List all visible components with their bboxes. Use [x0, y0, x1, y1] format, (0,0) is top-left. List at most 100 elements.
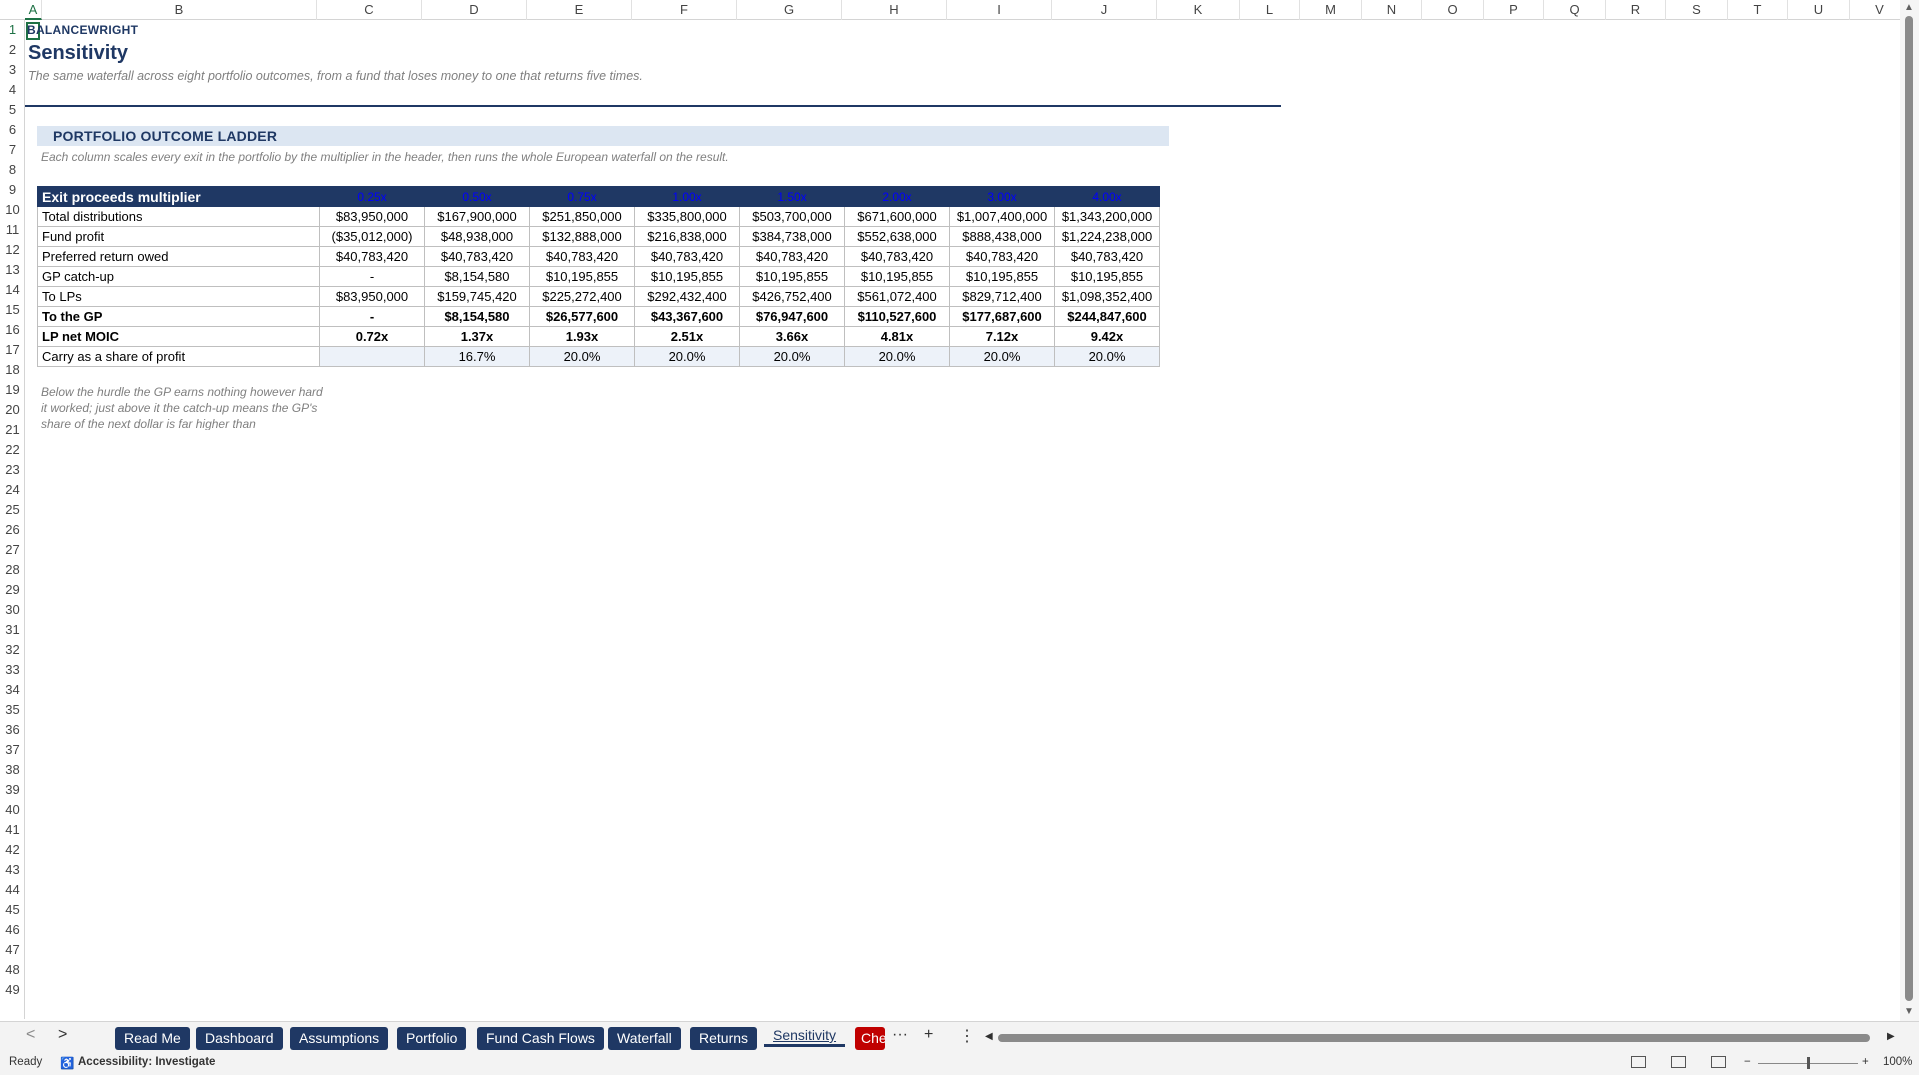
- value-cell[interactable]: $671,600,000: [844, 206, 950, 227]
- vertical-scroll-thumb[interactable]: [1905, 16, 1913, 1001]
- row-header[interactable]: 30: [0, 600, 24, 620]
- row-header[interactable]: 48: [0, 960, 24, 980]
- horizontal-scroll-thumb[interactable]: [998, 1034, 1870, 1042]
- header-label[interactable]: Exit proceeds multiplier: [37, 186, 320, 207]
- scroll-down-icon[interactable]: ▼: [1904, 1006, 1914, 1017]
- row-label[interactable]: Fund profit: [37, 226, 320, 247]
- row-header[interactable]: 16: [0, 320, 24, 340]
- value-cell[interactable]: $40,783,420: [1054, 246, 1160, 267]
- tab-read-me[interactable]: Read Me: [115, 1027, 190, 1050]
- value-cell[interactable]: $8,154,580: [424, 266, 530, 287]
- sheet-options-icon[interactable]: ⋮: [959, 1026, 975, 1046]
- value-cell[interactable]: $10,195,855: [634, 266, 740, 287]
- row-header[interactable]: 39: [0, 780, 24, 800]
- value-cell[interactable]: $83,950,000: [319, 206, 425, 227]
- column-header[interactable]: M: [1300, 0, 1362, 20]
- row-label[interactable]: Carry as a share of profit: [37, 346, 320, 367]
- value-cell[interactable]: $503,700,000: [739, 206, 845, 227]
- tab-scroll-right-icon[interactable]: >: [58, 1026, 67, 1044]
- value-cell[interactable]: $10,195,855: [844, 266, 950, 287]
- tab-waterfall[interactable]: Waterfall: [608, 1027, 681, 1050]
- row-header[interactable]: 45: [0, 900, 24, 920]
- column-header[interactable]: Q: [1544, 0, 1606, 20]
- row-label[interactable]: GP catch-up: [37, 266, 320, 287]
- value-cell[interactable]: $40,783,420: [634, 246, 740, 267]
- value-cell[interactable]: $48,938,000: [424, 226, 530, 247]
- value-cell[interactable]: 20.0%: [1054, 346, 1160, 367]
- value-cell[interactable]: $10,195,855: [529, 266, 635, 287]
- row-header[interactable]: 47: [0, 940, 24, 960]
- more-sheets-icon[interactable]: ···: [892, 1026, 908, 1044]
- horizontal-scrollbar[interactable]: ◀ ▶: [985, 1031, 1900, 1043]
- value-cell[interactable]: $43,367,600: [634, 306, 740, 327]
- multiplier-cell[interactable]: 2.00x: [844, 186, 950, 207]
- value-cell[interactable]: $26,577,600: [529, 306, 635, 327]
- column-header[interactable]: N: [1362, 0, 1422, 20]
- value-cell[interactable]: $552,638,000: [844, 226, 950, 247]
- value-cell[interactable]: $40,783,420: [424, 246, 530, 267]
- multiplier-cell[interactable]: 1.00x: [634, 186, 740, 207]
- value-cell[interactable]: 20.0%: [949, 346, 1055, 367]
- value-cell[interactable]: $292,432,400: [634, 286, 740, 307]
- value-cell[interactable]: $561,072,400: [844, 286, 950, 307]
- value-cell[interactable]: 20.0%: [634, 346, 740, 367]
- row-header[interactable]: 43: [0, 860, 24, 880]
- row-header[interactable]: 11: [0, 220, 24, 240]
- row-header[interactable]: 12: [0, 240, 24, 260]
- row-header[interactable]: 5: [0, 100, 24, 120]
- value-cell[interactable]: $159,745,420: [424, 286, 530, 307]
- column-header[interactable]: R: [1606, 0, 1666, 20]
- value-cell[interactable]: $110,527,600: [844, 306, 950, 327]
- value-cell[interactable]: $384,738,000: [739, 226, 845, 247]
- row-header[interactable]: 46: [0, 920, 24, 940]
- value-cell[interactable]: $132,888,000: [529, 226, 635, 247]
- accessibility-status[interactable]: Accessibility: Investigate: [78, 1056, 215, 1068]
- row-header[interactable]: 49: [0, 980, 24, 1000]
- row-header[interactable]: 18: [0, 360, 24, 380]
- row-label[interactable]: Total distributions: [37, 206, 320, 227]
- value-cell[interactable]: 4.81x: [844, 326, 950, 347]
- value-cell[interactable]: 20.0%: [844, 346, 950, 367]
- column-header[interactable]: A: [25, 0, 42, 20]
- value-cell[interactable]: $225,272,400: [529, 286, 635, 307]
- column-header[interactable]: F: [632, 0, 737, 20]
- row-header[interactable]: 9: [0, 180, 24, 200]
- row-header[interactable]: 2: [0, 40, 24, 60]
- row-header[interactable]: 24: [0, 480, 24, 500]
- value-cell[interactable]: $1,007,400,000: [949, 206, 1055, 227]
- tab-returns[interactable]: Returns: [690, 1027, 758, 1050]
- row-header[interactable]: 13: [0, 260, 24, 280]
- row-header[interactable]: 15: [0, 300, 24, 320]
- row-header[interactable]: 21: [0, 420, 24, 440]
- row-header[interactable]: 37: [0, 740, 24, 760]
- column-header[interactable]: L: [1240, 0, 1300, 20]
- column-header[interactable]: K: [1157, 0, 1240, 20]
- row-header[interactable]: 1: [0, 20, 24, 40]
- row-header[interactable]: 6: [0, 120, 24, 140]
- row-header[interactable]: 44: [0, 880, 24, 900]
- value-cell[interactable]: ($35,012,000): [319, 226, 425, 247]
- value-cell[interactable]: $40,783,420: [319, 246, 425, 267]
- row-header[interactable]: 34: [0, 680, 24, 700]
- row-label[interactable]: LP net MOIC: [37, 326, 320, 347]
- row-header[interactable]: 42: [0, 840, 24, 860]
- row-header[interactable]: 23: [0, 460, 24, 480]
- row-header[interactable]: 33: [0, 660, 24, 680]
- row-header[interactable]: 25: [0, 500, 24, 520]
- row-header[interactable]: 17: [0, 340, 24, 360]
- row-header[interactable]: 32: [0, 640, 24, 660]
- column-header[interactable]: P: [1484, 0, 1544, 20]
- multiplier-cell[interactable]: 0.50x: [424, 186, 530, 207]
- value-cell[interactable]: $10,195,855: [949, 266, 1055, 287]
- value-cell[interactable]: 16.7%: [424, 346, 530, 367]
- row-label[interactable]: To the GP: [37, 306, 320, 327]
- row-header[interactable]: 35: [0, 700, 24, 720]
- value-cell[interactable]: 1.37x: [424, 326, 530, 347]
- value-cell[interactable]: 20.0%: [529, 346, 635, 367]
- row-header[interactable]: 38: [0, 760, 24, 780]
- row-header[interactable]: 10: [0, 200, 24, 220]
- tab-scroll-left-icon[interactable]: <: [26, 1026, 35, 1044]
- column-header[interactable]: U: [1788, 0, 1850, 20]
- row-header[interactable]: 40: [0, 800, 24, 820]
- value-cell[interactable]: [319, 346, 425, 367]
